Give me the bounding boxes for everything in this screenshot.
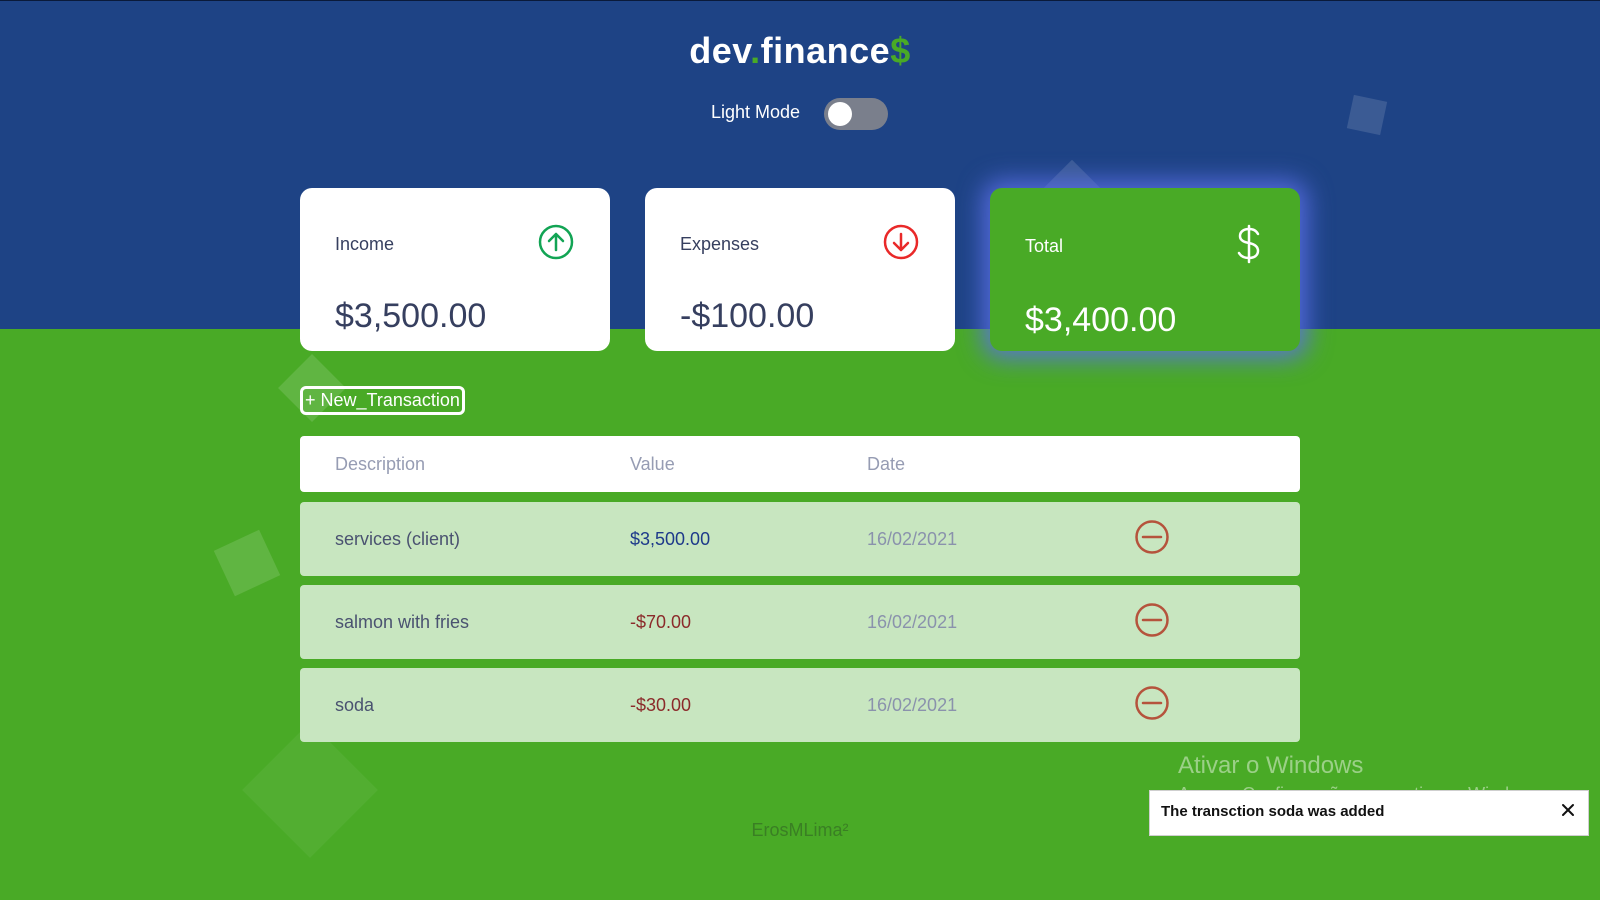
expenses-value: -$100.00	[680, 297, 815, 335]
expenses-card: Expenses -$100.00	[645, 188, 955, 351]
arrow-up-circle-icon	[538, 224, 574, 265]
total-value: $3,400.00	[1025, 301, 1177, 339]
total-title: Total	[1025, 236, 1064, 256]
theme-toggle-row: Light Mode	[711, 94, 889, 130]
row-value: -$30.00	[630, 694, 692, 715]
minus-circle-icon[interactable]	[1134, 602, 1170, 638]
logo-word: finance	[760, 30, 891, 71]
remove-transaction-button[interactable]	[1134, 602, 1300, 643]
row-description: soda	[335, 694, 375, 715]
theme-toggle-switch[interactable]	[824, 98, 889, 130]
minus-circle-icon[interactable]	[1134, 685, 1170, 721]
header-description: Description	[335, 453, 426, 474]
table-row: services (client) $3,500.00 16/02/2021	[300, 502, 1300, 576]
mode-label: Light Mode	[711, 101, 801, 122]
income-value: $3,500.00	[335, 297, 487, 335]
watermark-title: Ativar o Windows	[1178, 752, 1364, 779]
row-value: -$70.00	[630, 611, 692, 632]
decorative-square	[213, 529, 281, 597]
header-value: Value	[630, 453, 675, 474]
logo-main: dev	[689, 30, 751, 71]
row-date: 16/02/2021	[867, 694, 958, 715]
table-header: Description Value Date	[300, 436, 1300, 492]
logo-dot: .	[750, 30, 761, 71]
row-date: 16/02/2021	[867, 528, 958, 549]
new-transaction-button[interactable]: + New_Transaction	[300, 386, 465, 415]
table-row: soda -$30.00 16/02/2021	[300, 668, 1300, 742]
header-date: Date	[867, 453, 906, 474]
arrow-down-circle-icon	[883, 224, 919, 265]
row-value: $3,500.00	[630, 528, 711, 549]
income-title: Income	[335, 234, 395, 254]
transactions-table: Description Value Date services (client)…	[300, 436, 1300, 751]
close-icon[interactable]	[1558, 800, 1578, 820]
decorative-square	[1346, 94, 1388, 136]
total-card: Total $3,400.00	[990, 188, 1300, 351]
expenses-title: Expenses	[680, 234, 760, 254]
remove-transaction-button[interactable]	[1134, 685, 1300, 726]
row-date: 16/02/2021	[867, 611, 958, 632]
toast-message: The transction soda was added	[1161, 803, 1385, 820]
toast-notification: The transction soda was added	[1149, 790, 1589, 836]
toggle-knob	[828, 102, 853, 126]
remove-transaction-button[interactable]	[1134, 519, 1300, 560]
logo-dollar: $	[890, 30, 911, 71]
app-logo: dev.finance$	[0, 30, 1600, 72]
minus-circle-icon[interactable]	[1134, 519, 1170, 555]
row-description: salmon with fries	[335, 611, 470, 632]
income-card: Income $3,500.00	[300, 188, 610, 351]
table-row: salmon with fries -$70.00 16/02/2021	[300, 585, 1300, 659]
row-description: services (client)	[335, 528, 461, 549]
dollar-icon	[1234, 224, 1264, 269]
